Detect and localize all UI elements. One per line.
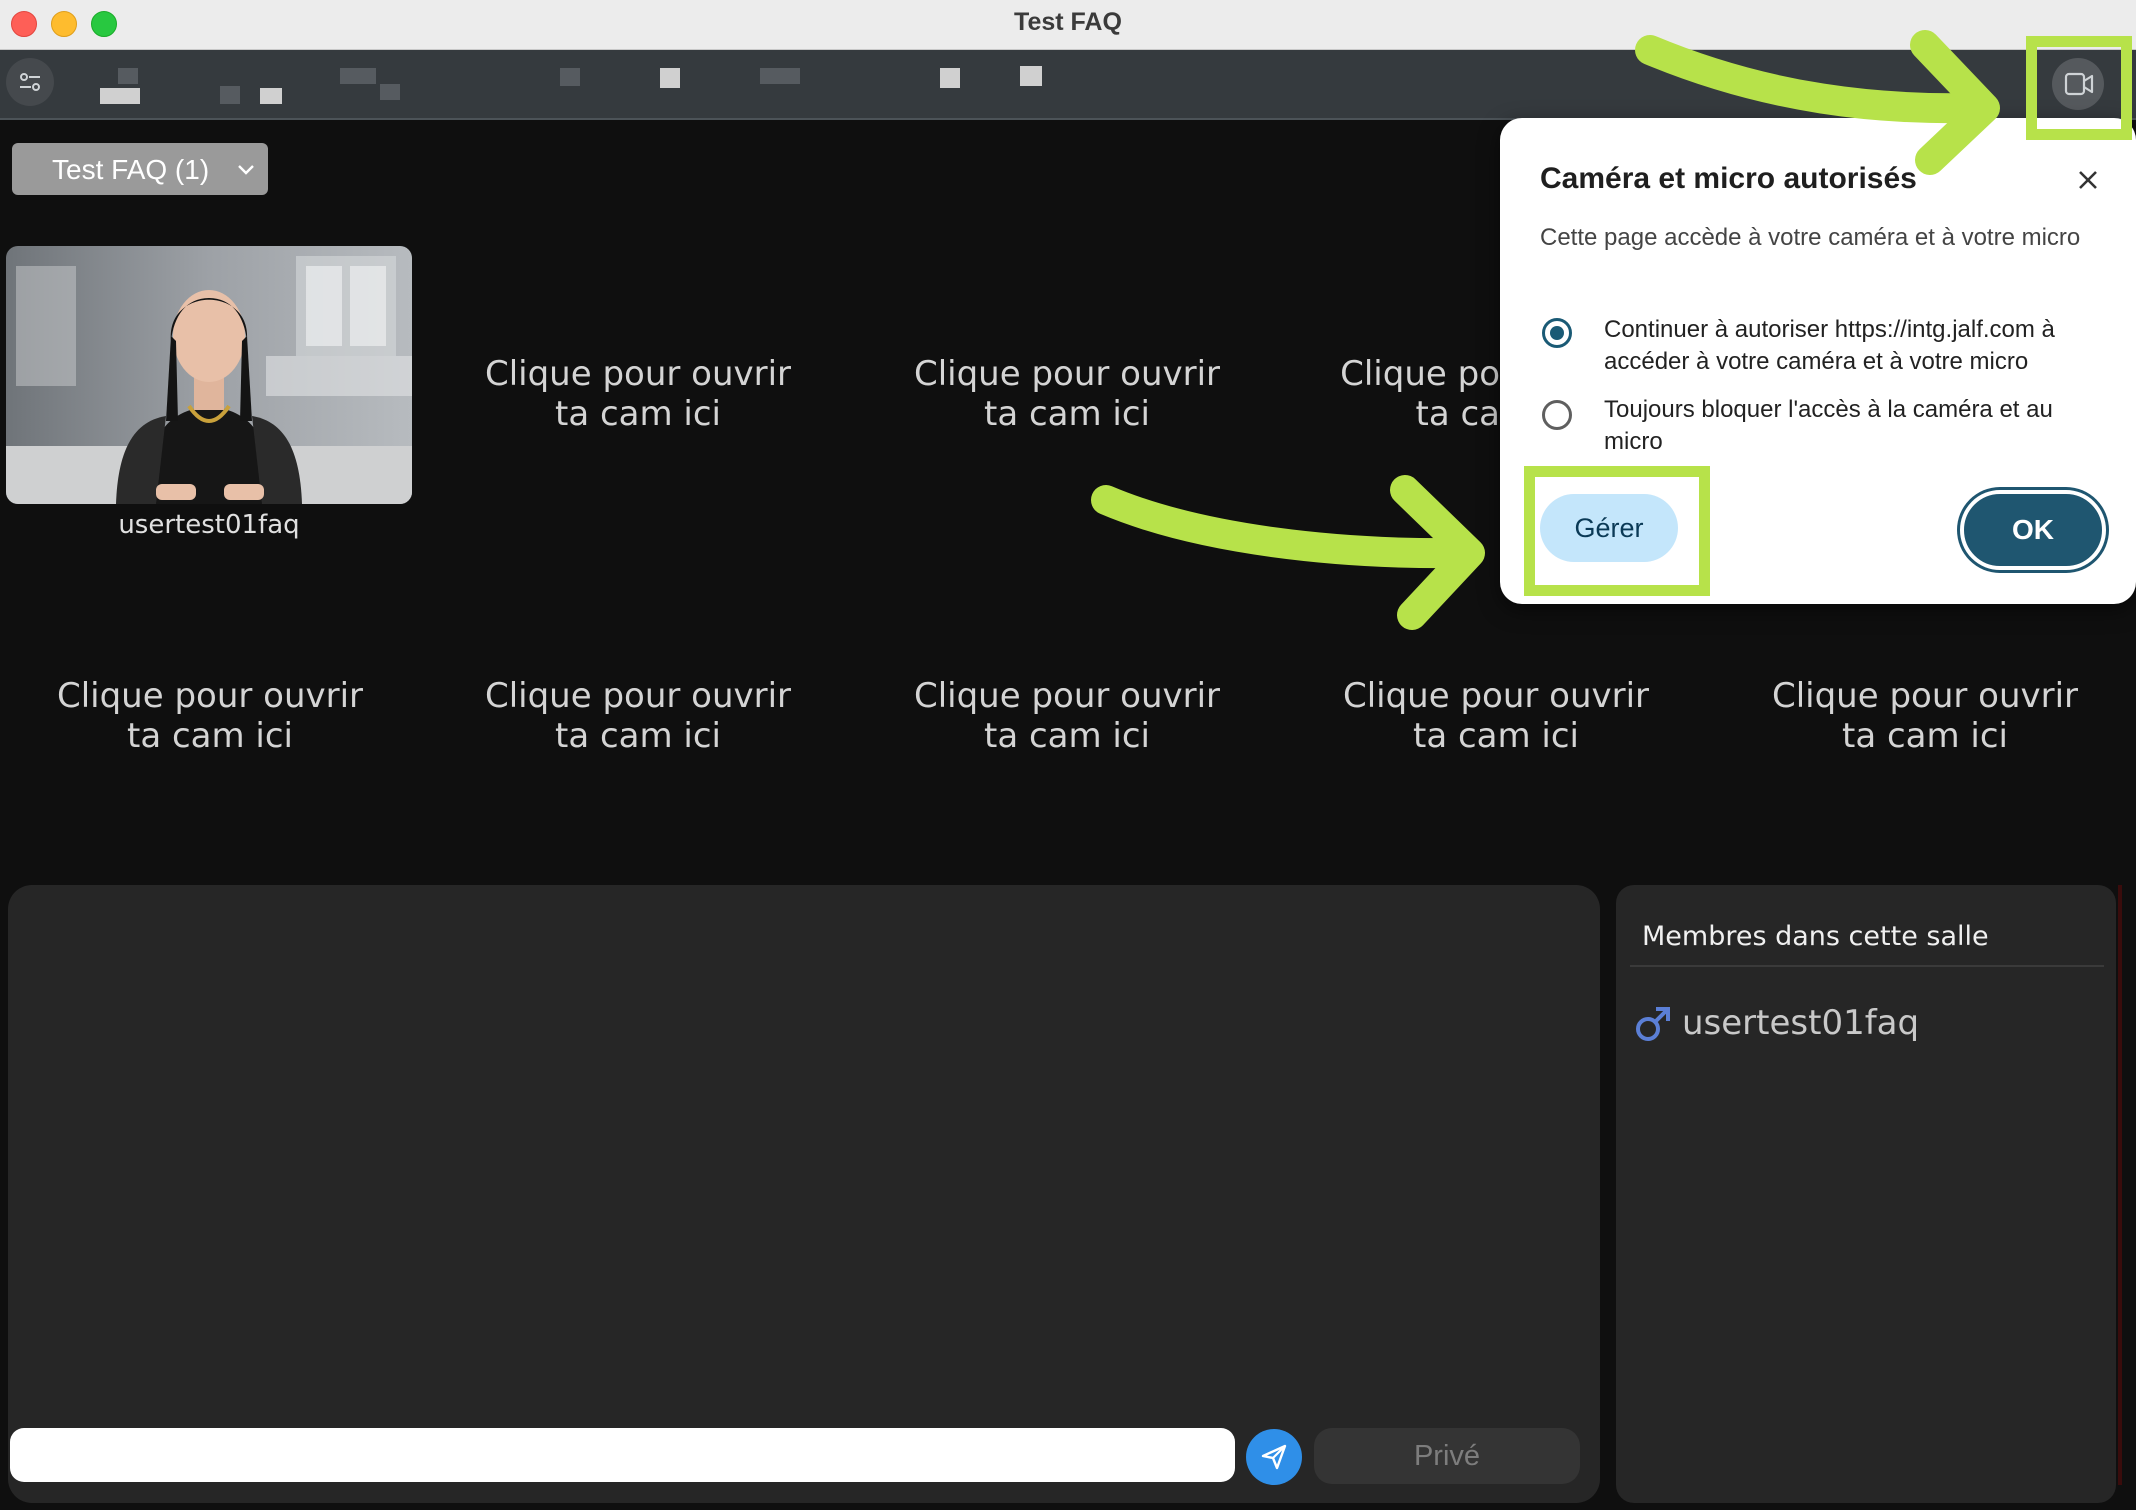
annotation-arrows <box>1091 30 2000 630</box>
